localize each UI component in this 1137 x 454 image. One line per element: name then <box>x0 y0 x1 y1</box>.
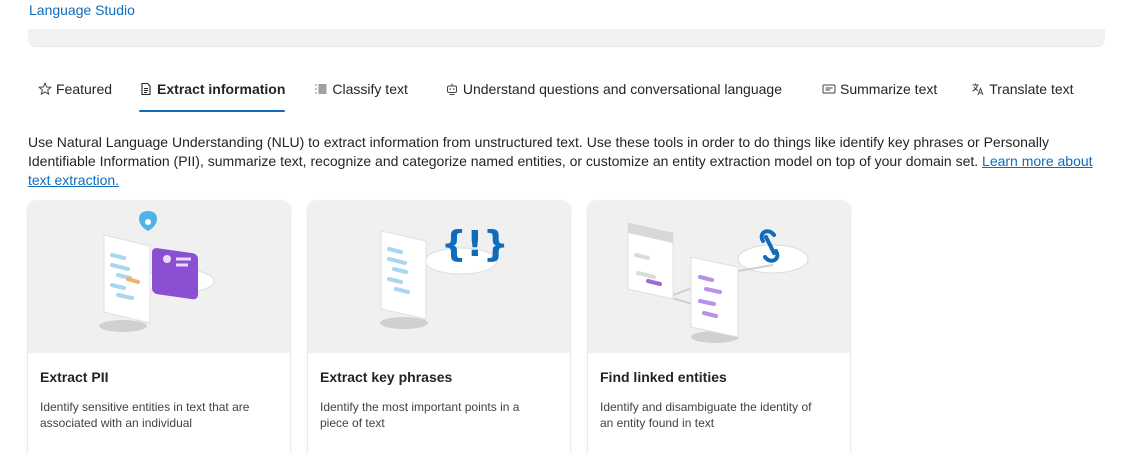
translate-icon <box>971 82 985 96</box>
key-phrases-illustration: {!} <box>308 201 570 353</box>
bot-icon <box>445 82 459 96</box>
tab-bar: Featured Extract information Classify te… <box>28 68 1074 112</box>
pii-illustration <box>28 201 290 353</box>
tab-summarize-text[interactable]: Summarize text <box>822 68 937 110</box>
page-description: Use Natural Language Understanding (NLU)… <box>28 133 1108 190</box>
app-title[interactable]: Language Studio <box>29 2 135 18</box>
tab-understand-questions[interactable]: Understand questions and conversational … <box>445 68 782 110</box>
card-extract-key-phrases[interactable]: {!} Extract key phrases Identify the mos… <box>308 201 570 454</box>
linked-entities-illustration <box>588 201 850 353</box>
banner-strip <box>28 29 1105 47</box>
tab-classify-text-label: Classify text <box>332 81 408 97</box>
tab-extract-information-label: Extract information <box>157 81 286 97</box>
svg-text:{!}: {!} <box>441 224 509 265</box>
text-box-icon <box>822 82 836 96</box>
tab-extract-information[interactable]: Extract information <box>139 68 286 112</box>
card-extract-pii[interactable]: Extract PII Identify sensitive entities … <box>28 201 290 454</box>
tab-featured-label: Featured <box>56 81 113 97</box>
document-icon <box>139 82 153 96</box>
star-icon <box>38 82 52 96</box>
description-text: Use Natural Language Understanding (NLU)… <box>28 134 1049 169</box>
card-extract-pii-description: Identify sensitive entities in text that… <box>40 400 250 430</box>
tab-understand-questions-label: Understand questions and conversational … <box>462 81 782 97</box>
tab-translate-text-label: Translate text <box>989 81 1074 97</box>
card-extract-key-phrases-title: Extract key phrases <box>320 369 453 385</box>
card-find-linked-entities-title: Find linked entities <box>600 369 727 385</box>
card-find-linked-entities[interactable]: Find linked entities Identify and disamb… <box>588 201 850 454</box>
card-extract-key-phrases-description: Identify the most important points in a … <box>320 400 520 430</box>
tab-featured[interactable]: Featured <box>38 68 112 110</box>
card-find-linked-entities-description: Identify and disambiguate the identity o… <box>600 400 812 430</box>
tab-summarize-text-label: Summarize text <box>840 81 938 97</box>
tab-translate-text[interactable]: Translate text <box>971 68 1074 110</box>
tab-classify-text[interactable]: Classify text <box>314 68 408 110</box>
list-icon <box>314 82 328 96</box>
card-extract-pii-title: Extract PII <box>40 369 109 385</box>
